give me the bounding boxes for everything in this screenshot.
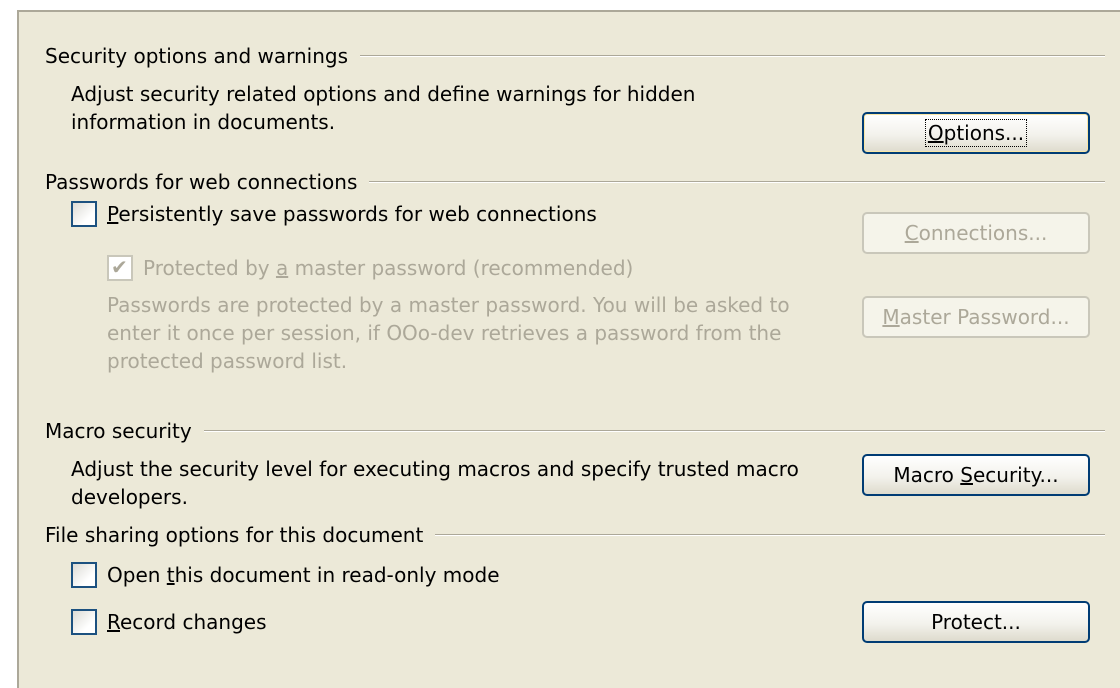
persist-passwords-label[interactable]: Persistently save passwords for web conn…	[107, 202, 597, 226]
security-description-line1: Adjust security related options and defi…	[71, 82, 696, 106]
password-info-line2: enter it once per session, if OOo-dev re…	[107, 321, 782, 345]
read-only-label[interactable]: Open this document in read-only mode	[107, 563, 500, 587]
password-info-line3: protected password list.	[107, 349, 348, 373]
macro-security-button[interactable]: Macro Security...	[862, 454, 1090, 496]
protect-button[interactable]: Protect...	[862, 601, 1090, 643]
security-options-panel: Security options and warnings Adjust sec…	[17, 10, 1120, 688]
options-button[interactable]: Options...	[862, 112, 1090, 154]
sharing-section-header: File sharing options for this document	[45, 523, 1105, 547]
macro-description-line1: Adjust the security level for executing …	[71, 457, 799, 481]
persist-passwords-checkbox[interactable]	[71, 201, 97, 227]
passwords-section-title: Passwords for web connections	[45, 170, 358, 194]
sharing-section-title: File sharing options for this document	[45, 523, 424, 547]
macro-section-header: Macro security	[45, 419, 1105, 443]
section-divider	[203, 430, 1105, 432]
macro-section-title: Macro security	[45, 419, 192, 443]
macro-security-button-label: Macro Security...	[893, 463, 1059, 487]
section-divider	[369, 181, 1105, 183]
connections-button[interactable]: Connections...	[862, 212, 1090, 254]
section-divider	[435, 534, 1105, 536]
security-section-header: Security options and warnings	[45, 44, 1105, 68]
security-section-title: Security options and warnings	[45, 44, 348, 68]
record-changes-label[interactable]: Record changes	[107, 610, 266, 634]
connections-button-label: Connections...	[904, 221, 1048, 245]
passwords-section-header: Passwords for web connections	[45, 170, 1105, 194]
read-only-checkbox[interactable]	[71, 562, 97, 588]
master-password-button[interactable]: Master Password...	[862, 296, 1090, 338]
section-divider	[360, 55, 1105, 57]
password-info-line1: Passwords are protected by a master pass…	[107, 293, 790, 317]
checkmark-icon: ✔	[111, 255, 128, 279]
master-password-button-label: Master Password...	[882, 305, 1070, 329]
protect-button-label: Protect...	[931, 610, 1021, 634]
security-description-line2: information in documents.	[71, 110, 336, 134]
options-button-label: Options...	[924, 119, 1028, 147]
master-password-label[interactable]: Protected by a master password (recommen…	[143, 256, 633, 280]
macro-description-line2: developers.	[71, 485, 188, 509]
master-password-checkbox[interactable]: ✔	[107, 255, 133, 281]
record-changes-checkbox[interactable]	[71, 609, 97, 635]
